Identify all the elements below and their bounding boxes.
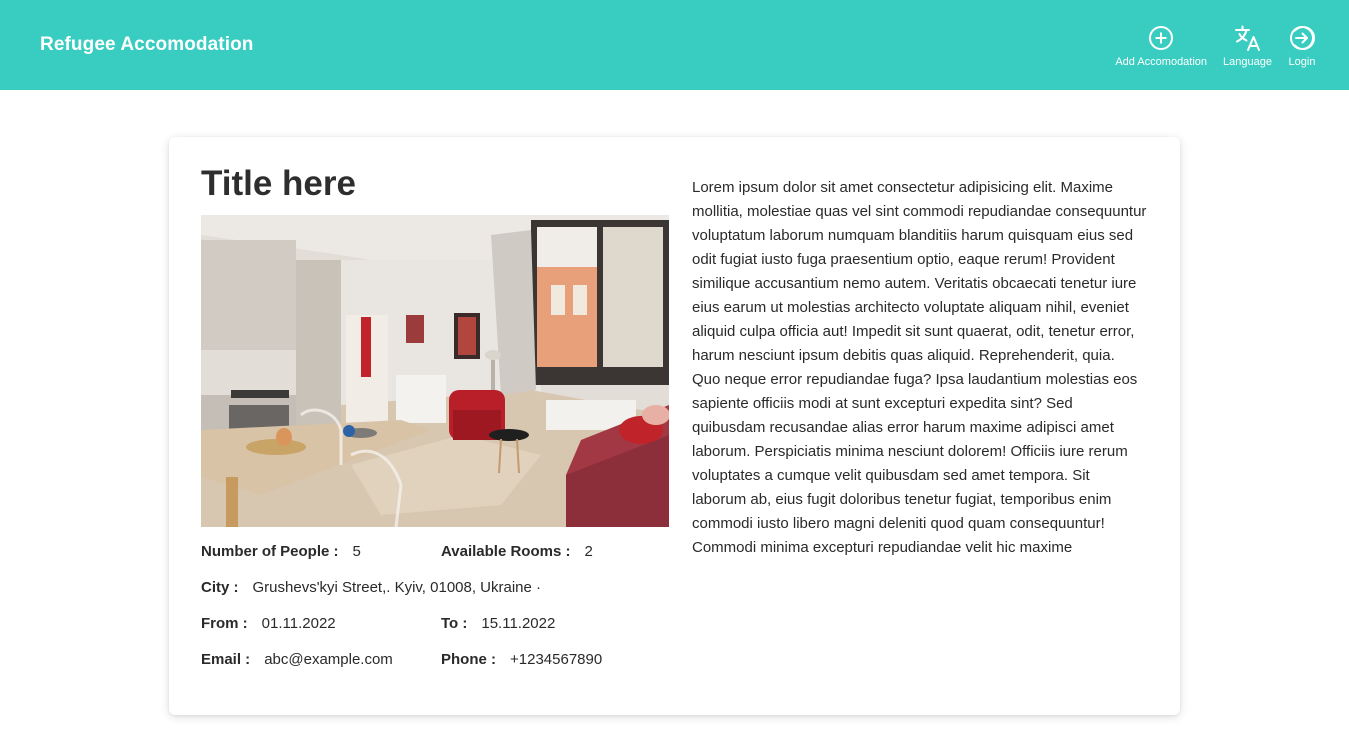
listing-title: Title here	[201, 164, 356, 203]
details-row-dates: From : 01.11.2022 To : 15.11.2022	[201, 615, 555, 632]
city-value: Grushevs'kyi Street,. Kyiv, 01008, Ukrai…	[252, 579, 542, 596]
add-accomodation-label: Add Accomodation	[1115, 56, 1208, 68]
details-row-city: City : Grushevs'kyi Street,. Kyiv, 01008…	[201, 579, 541, 596]
city-label: City :	[201, 579, 239, 596]
login-label: Login	[1288, 56, 1316, 68]
from-value: 01.11.2022	[261, 615, 336, 632]
translate-icon	[1234, 24, 1262, 52]
people-field: Number of People : 5	[201, 543, 361, 560]
app-bar: Refugee Accomodation Add Accomodation La…	[0, 0, 1349, 90]
phone-label: Phone :	[441, 651, 496, 668]
plus-circle-icon	[1147, 24, 1175, 52]
rooms-value: 2	[584, 543, 593, 560]
from-label: From :	[201, 615, 248, 632]
phone-value: +1234567890	[510, 651, 603, 668]
login-icon	[1288, 24, 1316, 52]
from-field: From : 01.11.2022	[201, 615, 336, 632]
people-value: 5	[352, 543, 361, 560]
add-accomodation-button[interactable]: Add Accomodation	[1115, 24, 1207, 68]
to-label: To :	[441, 615, 468, 632]
details-row-contact: Email : abc@example.com Phone : +1234567…	[201, 651, 602, 668]
to-field: To : 15.11.2022	[441, 615, 555, 632]
top-nav: Add Accomodation Language Login	[1115, 24, 1316, 68]
listing-card: Title here Number of People: 5 Availabl…	[169, 137, 1180, 715]
language-button[interactable]: Language	[1223, 24, 1272, 68]
email-field: Email : abc@example.com	[201, 651, 393, 668]
language-label: Language	[1223, 56, 1272, 68]
email-label: Email :	[201, 651, 251, 668]
to-value: 15.11.2022	[481, 615, 556, 632]
rooms-field: Available Rooms : 2	[441, 543, 593, 560]
phone-field: Phone : +1234567890	[441, 651, 602, 668]
city-field: City : Grushevs'kyi Street,. Kyiv, 01008…	[201, 579, 541, 596]
details-row-people: Number of People : 5 Available Rooms : 2	[201, 543, 593, 560]
rooms-label: Available Rooms :	[441, 543, 571, 560]
login-button[interactable]: Login	[1288, 24, 1316, 68]
people-label: Number of People :	[201, 543, 339, 560]
listing-description: Lorem ipsum dolor sit amet consectetur a…	[692, 179, 1147, 556]
apartment-photo	[201, 215, 669, 527]
email-value: abc@example.com	[264, 651, 393, 668]
brand-title[interactable]: Refugee Accomodation	[40, 34, 254, 56]
